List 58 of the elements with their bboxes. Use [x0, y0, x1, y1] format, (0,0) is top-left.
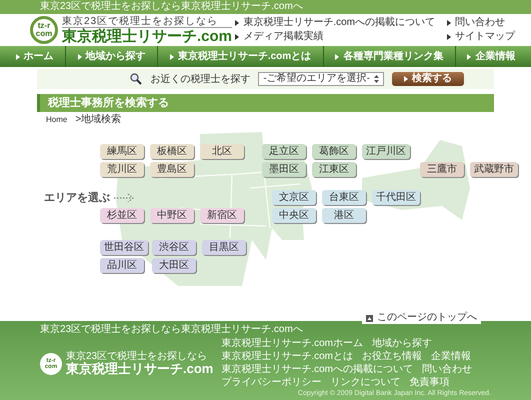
area-button[interactable]: 葛飾区: [312, 144, 356, 159]
area-button[interactable]: 江戸川区: [362, 144, 410, 159]
search-button[interactable]: 検索する: [392, 72, 464, 86]
bullet-icon: [170, 54, 174, 60]
footer-tagline: 東京23区で税理士をお探しなら東京税理士リサーチ.comへ: [40, 324, 304, 336]
page-top-link[interactable]: このページのトップへ: [362, 312, 481, 324]
area-button[interactable]: 大田区: [152, 258, 196, 273]
bullet-icon: [235, 34, 240, 40]
logo-tagline: 東京23区で税理士をお探しなら: [62, 16, 232, 28]
search-icon: [130, 73, 142, 85]
spinner-icon: [374, 75, 379, 83]
area-button[interactable]: 墨田区: [262, 162, 306, 177]
search-label: お近くの税理士を探す: [150, 72, 250, 86]
area-button[interactable]: 荒川区: [100, 162, 144, 177]
site-title: 東京税理士リサーチ.com: [62, 28, 232, 44]
logo-tagline: 東京23区で税理士をお探しなら: [66, 351, 208, 362]
area-button[interactable]: 足立区: [262, 144, 306, 159]
arrow-icon: [114, 193, 134, 204]
site-title: 東京税理士リサーチ.com: [66, 362, 214, 376]
bullet-icon: [235, 20, 240, 26]
header-link[interactable]: 東京税理士リサーチ.comへの掲載について: [235, 17, 435, 29]
area-button[interactable]: 武蔵野市: [470, 162, 518, 177]
header-link[interactable]: 問い合わせ: [447, 17, 515, 29]
breadcrumb-current: >地域検索: [75, 115, 122, 125]
bullet-icon: [78, 54, 82, 60]
area-button[interactable]: 練馬区: [100, 144, 144, 159]
area-button[interactable]: 中野区: [150, 208, 194, 223]
bullet-icon: [335, 54, 340, 60]
breadcrumb-link[interactable]: Home: [46, 116, 68, 124]
area-button[interactable]: 三鷹市: [420, 162, 464, 177]
bullet-icon: [447, 20, 451, 26]
area-button[interactable]: 中央区: [272, 208, 316, 223]
top-bar-text: 東京23区で税理士をお探しなら東京税理士リサーチ.comへ: [40, 2, 303, 12]
area-button[interactable]: 北区: [200, 144, 244, 159]
area-button[interactable]: 千代田区: [372, 190, 420, 205]
area-button[interactable]: 世田谷区: [100, 240, 148, 255]
area-button[interactable]: 目黒区: [202, 240, 246, 255]
bullet-icon: [404, 76, 408, 82]
area-button[interactable]: 板橋区: [150, 144, 194, 159]
area-button[interactable]: 新宿区: [200, 208, 244, 223]
area-button[interactable]: 渋谷区: [152, 240, 196, 255]
bullet-icon: [467, 54, 472, 60]
bullet-icon: [447, 34, 451, 40]
area-button[interactable]: 台東区: [322, 190, 366, 205]
area-prompt: エリアを選ぶ: [44, 190, 110, 206]
up-icon: [366, 314, 373, 322]
section-title: 税理士事務所を検索する: [48, 96, 169, 111]
area-button[interactable]: 港区: [322, 208, 366, 223]
bullet-icon: [16, 54, 20, 60]
area-button[interactable]: 江東区: [312, 162, 356, 177]
header-link[interactable]: メディア掲載実績: [235, 31, 435, 43]
area-select[interactable]: -ご希望のエリアを選択-: [258, 72, 384, 86]
area-button[interactable]: 杉並区: [100, 208, 144, 223]
nav-item[interactable]: ホーム: [4, 46, 66, 67]
area-button[interactable]: 豊島区: [150, 162, 194, 177]
area-button[interactable]: 品川区: [100, 258, 144, 273]
area-button[interactable]: 文京区: [272, 190, 316, 205]
header-link[interactable]: サイトマップ: [447, 31, 515, 43]
